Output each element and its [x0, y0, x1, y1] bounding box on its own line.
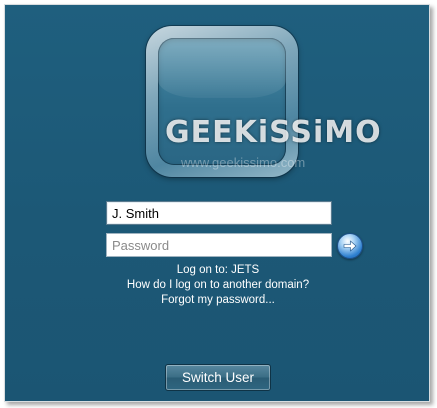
submit-arrow-button[interactable] — [337, 233, 363, 259]
logon-domain-text: Log on to: JETS — [176, 264, 260, 276]
switch-user-button[interactable]: Switch User — [165, 364, 271, 391]
logon-screen: GEEKiSSiMO www.geekissimo.com Log on to:… — [4, 4, 430, 402]
watermark-logo: GEEKiSSiMO — [165, 115, 382, 150]
password-field[interactable] — [106, 233, 332, 257]
username-field[interactable] — [106, 201, 332, 225]
user-tile-gloss — [158, 38, 286, 98]
logon-links: Log on to: JETS How do I log on to anoth… — [5, 263, 429, 308]
watermark-url: www.geekissimo.com — [181, 155, 306, 170]
forgot-password-link[interactable]: Forgot my password... — [5, 293, 429, 308]
other-domain-link[interactable]: How do I log on to another domain? — [5, 278, 429, 293]
arrow-right-icon — [343, 240, 357, 252]
